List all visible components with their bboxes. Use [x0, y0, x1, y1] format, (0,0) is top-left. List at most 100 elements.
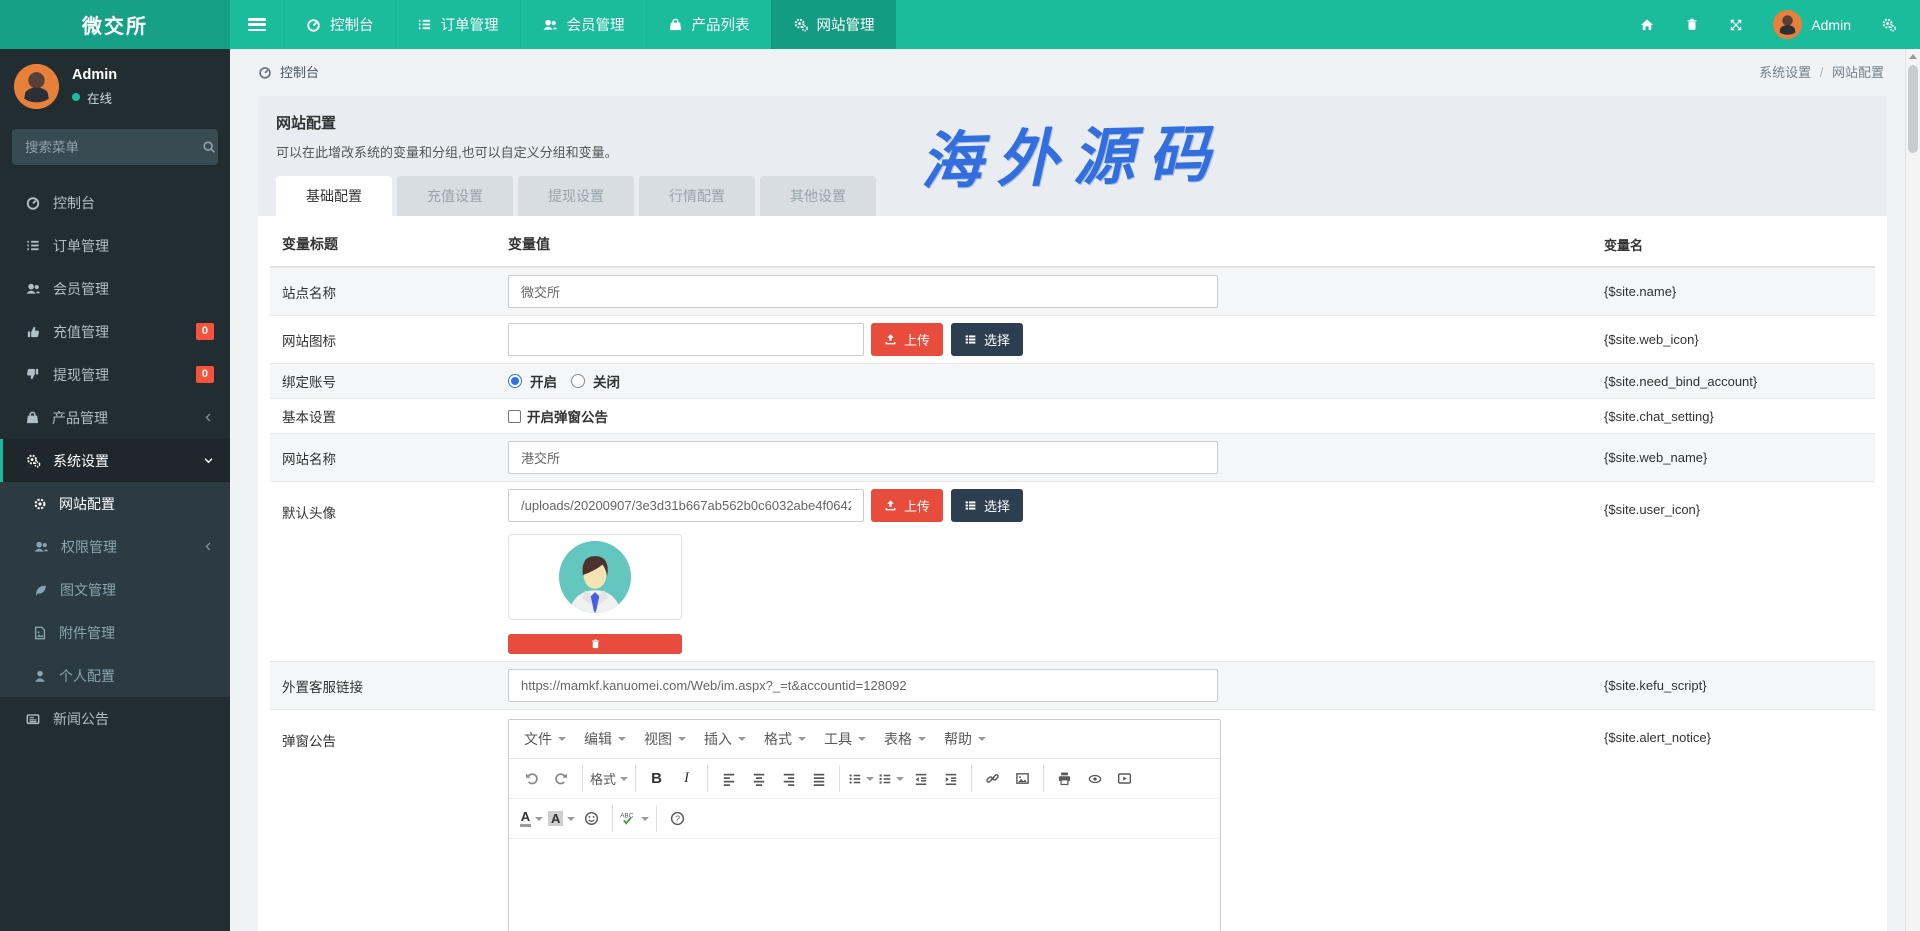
site-name-input[interactable]: [508, 275, 1218, 308]
italic-button[interactable]: I: [673, 765, 700, 792]
sidebar-item-permissions[interactable]: 权限管理: [0, 525, 230, 568]
avatar-preview-box: [508, 534, 682, 620]
sidebar-item-system-settings[interactable]: 系统设置: [0, 439, 230, 482]
editor-menu-table[interactable]: 表格: [875, 723, 935, 755]
breadcrumb-right: 系统设置 / 网站配置: [1759, 62, 1884, 81]
tab-other-config[interactable]: 其他设置: [760, 176, 876, 216]
bind-account-on-radio[interactable]: [508, 374, 522, 388]
align-justify-button[interactable]: [805, 765, 832, 792]
indent-icon: [944, 772, 958, 786]
sidebar-item-dashboard[interactable]: 控制台: [0, 181, 230, 224]
clear-cache-button[interactable]: [1685, 17, 1699, 32]
align-center-button[interactable]: [745, 765, 772, 792]
delete-avatar-button[interactable]: [508, 634, 682, 654]
web-name-input[interactable]: [508, 441, 1218, 474]
tab-basic-config[interactable]: 基础配置: [276, 176, 392, 216]
sidebar-toggle-button[interactable]: [230, 0, 284, 49]
insert-link-button[interactable]: [979, 765, 1006, 792]
editor-content-area[interactable]: [509, 839, 1220, 931]
table-row: 网站图标 上传 选择 {$site.web: [270, 315, 1875, 363]
tab-content: 变量标题 变量值 变量名 站点名称 {$site.name} 网站图标: [258, 216, 1887, 931]
tab-market-config[interactable]: 行情配置: [639, 176, 755, 216]
nav-item-orders[interactable]: 订单管理: [395, 0, 520, 49]
config-tabs: 基础配置 充值设置 提现设置 行情配置 其他设置: [276, 176, 1869, 216]
var-name: {$site.name}: [1604, 284, 1875, 299]
editor-menu-tools[interactable]: 工具: [815, 723, 875, 755]
nav-item-products[interactable]: 产品列表: [646, 0, 771, 49]
caret-down-icon: [678, 737, 686, 741]
breadcrumb-home[interactable]: 控制台: [280, 62, 319, 81]
upload-button[interactable]: 上传: [871, 489, 943, 522]
background-color-button[interactable]: A: [548, 805, 575, 832]
bind-account-off-radio[interactable]: [571, 374, 585, 388]
web-icon-input[interactable]: [508, 323, 864, 356]
editor-menu-view[interactable]: 视图: [635, 723, 695, 755]
redo-button[interactable]: [548, 765, 575, 792]
caret-down-icon: [535, 817, 543, 821]
card-title: 网站配置: [276, 112, 1869, 133]
bold-button[interactable]: B: [643, 765, 670, 792]
home-button[interactable]: [1639, 17, 1655, 32]
editor-menu-help[interactable]: 帮助: [935, 723, 995, 755]
emoticons-button[interactable]: [578, 805, 605, 832]
print-button[interactable]: [1051, 765, 1078, 792]
sidebar-item-members[interactable]: 会员管理: [0, 267, 230, 310]
nav-item-site-admin[interactable]: 网站管理: [771, 0, 896, 49]
insert-media-button[interactable]: [1111, 765, 1138, 792]
upload-icon: [884, 333, 897, 346]
bullet-list-button[interactable]: [847, 765, 874, 792]
nav-item-members[interactable]: 会员管理: [520, 0, 646, 49]
sidebar-item-products[interactable]: 产品管理: [0, 396, 230, 439]
search-icon[interactable]: [202, 140, 216, 154]
scrollbar-thumb[interactable]: [1908, 65, 1918, 153]
align-right-button[interactable]: [775, 765, 802, 792]
row-label: 弹窗公告: [270, 717, 508, 750]
sidebar-item-site-config[interactable]: 网站配置: [0, 482, 230, 525]
editor-menu-format[interactable]: 格式: [755, 723, 815, 755]
select-button[interactable]: 选择: [951, 323, 1023, 356]
editor-menu-insert[interactable]: 插入: [695, 723, 755, 755]
search-input[interactable]: [25, 140, 202, 155]
fullscreen-button[interactable]: [1729, 18, 1743, 32]
align-left-button[interactable]: [715, 765, 742, 792]
sidebar-item-profile[interactable]: 个人配置: [0, 654, 230, 697]
tab-recharge-config[interactable]: 充值设置: [397, 176, 513, 216]
sidebar-item-articles[interactable]: 图文管理: [0, 568, 230, 611]
tab-withdraw-config[interactable]: 提现设置: [518, 176, 634, 216]
default-avatar-input[interactable]: [508, 489, 864, 522]
upload-button[interactable]: 上传: [871, 323, 943, 356]
preview-button[interactable]: [1081, 765, 1108, 792]
caret-down-icon: [618, 737, 626, 741]
undo-button[interactable]: [518, 765, 545, 792]
sidebar-item-orders[interactable]: 订单管理: [0, 224, 230, 267]
insert-image-button[interactable]: [1009, 765, 1036, 792]
font-color-button[interactable]: A: [518, 805, 545, 832]
navbar-user-menu[interactable]: Admin: [1773, 10, 1851, 39]
gear-icon: [33, 497, 47, 511]
editor-menu-edit[interactable]: 编辑: [575, 723, 635, 755]
popup-notice-checkbox[interactable]: [508, 410, 521, 423]
outdent-button[interactable]: [907, 765, 934, 792]
sidebar-item-attachments[interactable]: 附件管理: [0, 611, 230, 654]
sidebar-item-recharge[interactable]: 充值管理 0: [0, 310, 230, 353]
spellcheck-button[interactable]: ABC: [620, 805, 649, 832]
card-description: 可以在此增改系统的变量和分组,也可以自定义分组和变量。: [276, 142, 1869, 161]
table-row: 弹窗公告 文件 编辑 视图 插入 格式 工具 表格: [270, 709, 1875, 931]
sidebar-item-withdraw[interactable]: 提现管理 0: [0, 353, 230, 396]
vertical-scrollbar[interactable]: [1905, 49, 1920, 931]
editor-menu-file[interactable]: 文件: [515, 723, 575, 755]
indent-button[interactable]: [937, 765, 964, 792]
row-label: 外置客服链接: [270, 676, 508, 696]
breadcrumb-parent[interactable]: 系统设置: [1759, 65, 1811, 80]
kefu-link-input[interactable]: [508, 669, 1218, 702]
numbered-list-button[interactable]: [877, 765, 904, 792]
settings-button[interactable]: [1881, 17, 1896, 32]
sidebar-item-news[interactable]: 新闻公告: [0, 697, 230, 740]
nav-item-dashboard[interactable]: 控制台: [284, 0, 395, 49]
format-select[interactable]: 格式: [590, 765, 628, 792]
editor-toolbar-row2: A A ABC ?: [509, 799, 1220, 839]
select-button[interactable]: 选择: [951, 489, 1023, 522]
help-button[interactable]: ?: [664, 805, 691, 832]
undo-icon: [524, 771, 539, 786]
scroll-up-arrow[interactable]: [1906, 49, 1920, 64]
